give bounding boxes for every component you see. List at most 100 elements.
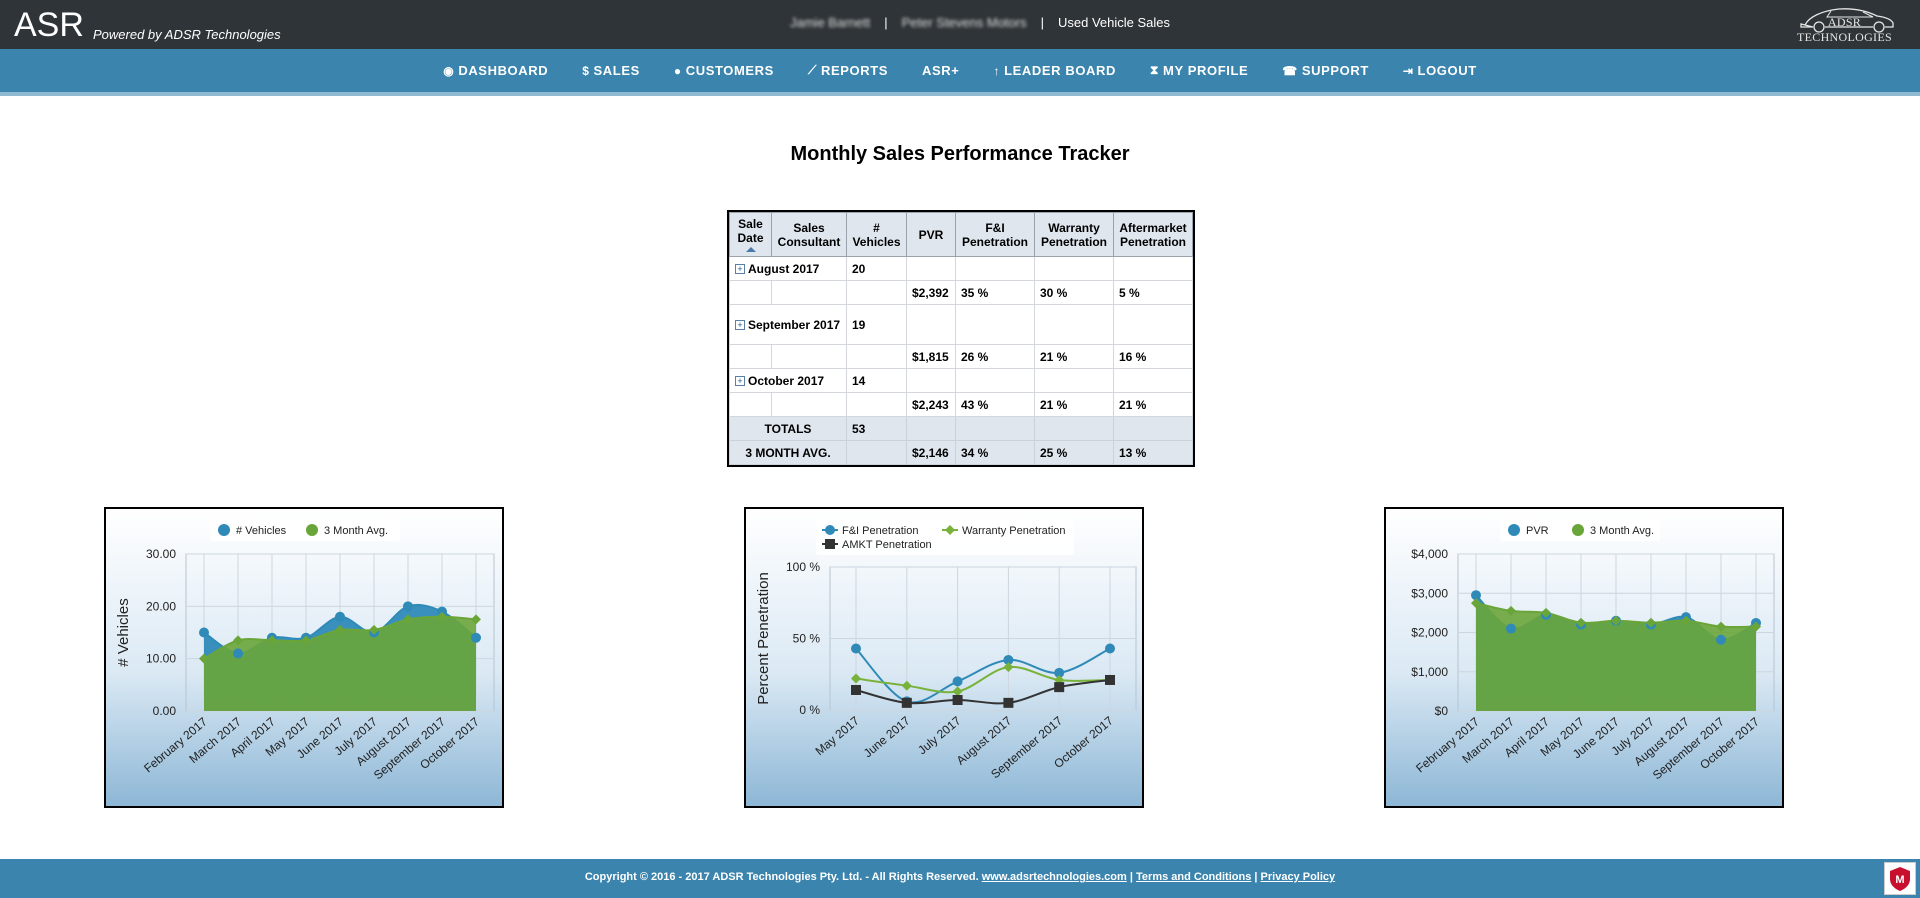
legend-marker [218,524,230,536]
data-point [233,648,243,659]
pvr-chart: PVR 3 Month Avg. $0 $1,000 $2,000 $3,000 $4,00… [1384,507,1784,808]
nav-logout[interactable]: ⇥ LOGOUT [1386,63,1494,78]
sort-asc-icon[interactable] [745,247,756,252]
legend-label: # Vehicles [236,525,287,537]
nav-my-profile[interactable]: ⧗ MY PROFILE [1133,63,1265,78]
y-axis-label: # Vehicles [115,598,132,666]
data-point [851,684,861,695]
col-warranty-penetration[interactable]: Warranty Penetration [1034,212,1114,257]
y-tick-label: $1,000 [1411,665,1448,679]
privacy-link[interactable]: Privacy Policy [1261,871,1336,883]
fi-cell: 26 % [955,344,1035,369]
vehicles-cell: 20 [846,256,907,281]
group-row[interactable]: + August 2017 20 [729,256,1193,281]
table-row: $2,243 43 % 21 % 21 % [729,392,1193,417]
nav-sales[interactable]: $ SALES [565,63,657,78]
y-axis-label: Percent Penetration [755,572,772,705]
section-name[interactable]: Used Vehicle Sales [1058,15,1170,30]
expand-icon[interactable]: + [735,375,745,386]
col-sale-date[interactable]: Sale Date [729,212,772,257]
data-point [901,680,912,691]
y-tick-label: 100 % [786,560,820,574]
col-vehicles[interactable]: # Vehicles [846,212,907,257]
page-title: Monthly Sales Performance Tracker [790,143,1130,165]
y-tick-label: 0 % [799,703,820,717]
data-point [851,643,861,654]
pvr-cell: $2,392 [906,280,956,305]
security-badge-icon[interactable]: M [1884,862,1916,895]
totals-label: TOTALS [729,416,847,441]
data-point [1506,623,1516,634]
sales-table: Sale Date Sales Consultant # Vehicles PV… [727,210,1195,467]
aftermarket-cell: 16 % [1113,344,1193,369]
legend-marker [1572,524,1584,536]
user-name[interactable]: Jamie Barnett [790,15,870,30]
nav-reports[interactable]: ⟋ REPORTS [791,63,905,78]
col-pvr[interactable]: PVR [906,212,956,257]
col-sales-consultant[interactable]: Sales Consultant [771,212,847,257]
y-tick-label: $2,000 [1411,626,1448,640]
chart-legend: # Vehicles 3 Month Avg. [210,519,400,541]
legend-label: Warranty Penetration [962,525,1066,537]
avg-row: 3 MONTH AVG. $2,146 34 % 25 % 13 % [729,440,1193,465]
fi-cell: 35 % [955,280,1035,305]
y-tick-label: $4,000 [1411,547,1448,561]
top-bar: ASR Powered by ADSR Technologies Jamie B… [0,0,1920,49]
dashboard-icon: ◉ [443,63,455,78]
nav-dashboard[interactable]: ◉ DASHBOARD [426,63,565,78]
chart-legend: PVR 3 Month Avg. [1500,519,1660,541]
pvr-cell: $1,815 [906,344,956,369]
user-context: Jamie Barnett | Peter Stevens Motors | U… [790,15,1170,30]
fi-cell: 43 % [955,392,1035,417]
dealer-name[interactable]: Peter Stevens Motors [902,15,1027,30]
footer: Copyright © 2016 - 2017 ADSR Technologie… [0,859,1920,898]
logout-icon: ⇥ [1402,63,1414,78]
svg-text:M: M [1895,874,1904,886]
person-icon: ⧗ [1150,63,1160,77]
data-point [1054,682,1065,693]
data-point [952,686,963,697]
brand-logo[interactable]: ASR [14,6,84,45]
legend-marker [825,539,835,549]
data-point [1003,662,1014,673]
series-line-1 [855,666,1111,694]
legend-marker [1508,524,1520,536]
series-line-0 [855,647,1111,704]
x-tick-label: June 2017 [861,713,913,760]
data-point [199,627,209,638]
main-nav: ◉ DASHBOARD $ SALES ● CUSTOMERS ⟋ REPORTS ASR+ ↑ L… [0,49,1920,96]
data-point [1716,634,1726,645]
table-row: $2,392 35 % 30 % 5 % [729,280,1193,305]
legend-label: AMKT Penetration [842,539,932,551]
expand-icon[interactable]: + [735,319,745,330]
data-point [1105,674,1115,685]
nav-support[interactable]: ☎ SUPPORT [1265,63,1386,78]
y-tick-label: 30.00 [146,547,176,561]
x-tick-label: October 2017 [417,714,482,772]
dollar-icon: $ [582,63,590,78]
data-point [471,632,481,643]
powered-by-text: Powered by ADSR Technologies [93,27,281,42]
legend-marker [306,524,318,536]
website-link[interactable]: www.adsrtechnologies.com [982,871,1127,883]
data-point [1105,643,1115,654]
nav-customers[interactable]: ● CUSTOMERS [657,63,791,78]
vehicles-cell: 19 [846,304,907,345]
col-fi-penetration[interactable]: F&I Penetration [955,212,1035,257]
group-label: + September 2017 [729,304,847,345]
terms-link[interactable]: Terms and Conditions [1136,871,1251,883]
nav-asr[interactable]: ASR+ [905,63,976,78]
line-chart-icon: ⟋ [807,63,817,77]
phone-icon: ☎ [1282,63,1298,78]
nav-leader-board[interactable]: ↑ LEADER BOARD [976,63,1133,78]
y-tick-label: $0 [1435,704,1449,718]
col-aftermarket-penetration[interactable]: Aftermarket Penetration [1113,212,1193,257]
group-row[interactable]: + September 2017 19 [729,304,1193,345]
copyright-text: Copyright © 2016 - 2017 ADSR Technologie… [584,871,979,883]
group-row[interactable]: + October 2017 14 [729,368,1193,393]
expand-icon[interactable]: + [735,263,745,274]
avg-label: 3 MONTH AVG. [729,440,847,465]
table-header-row: Sale Date Sales Consultant # Vehicles PV… [729,212,1193,257]
x-tick-label: May 2017 [813,713,863,758]
group-label: + October 2017 [729,368,847,393]
